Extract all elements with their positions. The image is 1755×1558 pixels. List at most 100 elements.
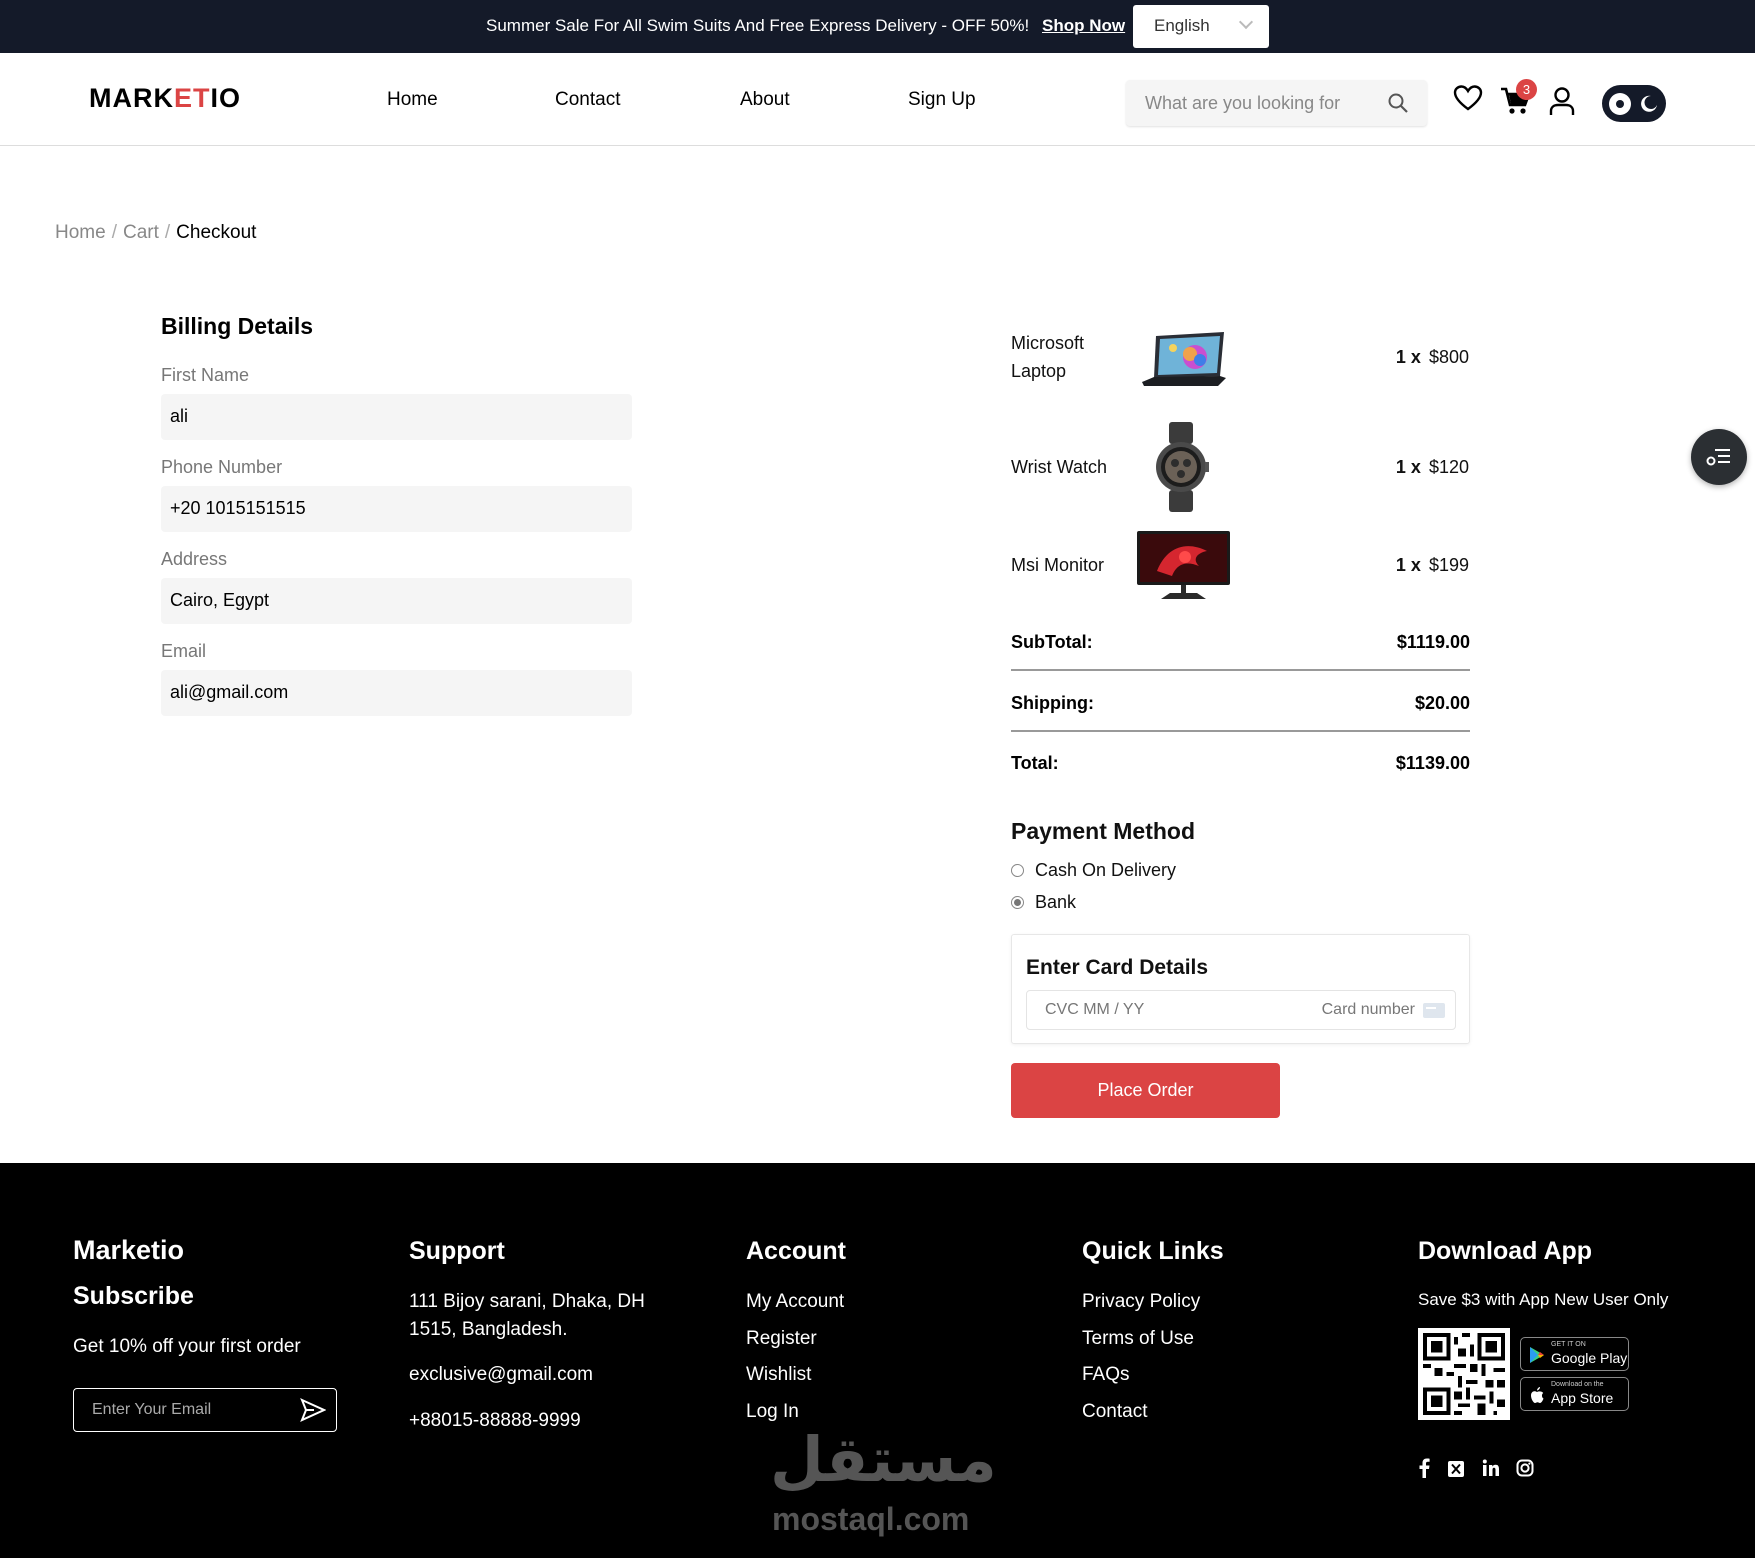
quick-links-heading: Quick Links: [1082, 1237, 1224, 1265]
footer-link-wishlist[interactable]: Wishlist: [746, 1364, 811, 1386]
payment-method-title: Payment Method: [1011, 818, 1196, 844]
promo-banner: Summer Sale For All Swim Suits And Free …: [0, 0, 1755, 53]
place-order-button[interactable]: Place Order: [1011, 1063, 1280, 1118]
shipping-value: $20.00: [1414, 693, 1470, 713]
support-heading: Support: [409, 1237, 505, 1265]
credit-card-icon: [1423, 1003, 1445, 1018]
order-item-price: 1 x $120: [1395, 457, 1469, 477]
subscribe-email-input[interactable]: Enter Your Email: [73, 1388, 337, 1432]
app-offer-note: Save $3 with App New User Only: [1418, 1290, 1669, 1309]
nav-contact[interactable]: Contact: [555, 89, 620, 111]
support-address-line: 1515, Bangladesh.: [409, 1319, 568, 1340]
divider: [1011, 669, 1470, 671]
nav-about[interactable]: About: [740, 89, 790, 111]
search-box[interactable]: What are you looking for: [1126, 80, 1427, 126]
language-value: English: [1154, 16, 1210, 35]
total-row: Total: $1139.00: [1011, 753, 1470, 774]
google-play-icon: [1530, 1347, 1544, 1363]
breadcrumb-cart[interactable]: Cart: [123, 222, 159, 243]
address-field[interactable]: Cairo, Egypt: [161, 578, 632, 624]
nav-sign-up[interactable]: Sign Up: [908, 89, 976, 111]
x-twitter-icon[interactable]: [1448, 1461, 1464, 1477]
breadcrumb-home[interactable]: Home: [55, 222, 106, 243]
breadcrumb: Home / Cart / Checkout: [55, 222, 257, 243]
account-heading: Account: [746, 1237, 846, 1265]
promo-text: Summer Sale For All Swim Suits And Free …: [486, 16, 1030, 35]
order-item-name: Msi Monitor: [1011, 555, 1105, 575]
footer-link-privacy[interactable]: Privacy Policy: [1082, 1291, 1200, 1313]
footer-link-register[interactable]: Register: [746, 1328, 817, 1350]
card-number-placeholder: Card number: [1321, 1001, 1415, 1018]
google-play-button[interactable]: GET IT ON Google Play: [1520, 1337, 1629, 1371]
moon-icon: [1641, 95, 1657, 112]
card-cvc-expiry-placeholder: CVC MM / YY: [1045, 1001, 1145, 1018]
site-header: MARKETIO Home Contact About Sign Up What…: [0, 53, 1755, 146]
site-footer: Marketio Subscribe Get 10% off your firs…: [0, 1163, 1755, 1558]
search-icon[interactable]: [1387, 92, 1409, 114]
floating-menu-button[interactable]: [1691, 429, 1747, 485]
laptop-image: [1142, 332, 1226, 386]
phone-field[interactable]: +20 1015151515: [161, 486, 632, 532]
email-field[interactable]: ali@gmail.com: [161, 670, 632, 716]
email-placeholder: Enter Your Email: [92, 1401, 212, 1418]
subtotal-row: SubTotal: $1119.00: [1011, 632, 1470, 653]
shipping-label: Shipping:: [1011, 693, 1094, 713]
radio-bank[interactable]: [1011, 896, 1024, 909]
mostaql-watermark: مستقل mostaql.com: [770, 1423, 997, 1537]
apple-icon: [1531, 1387, 1544, 1403]
send-icon[interactable]: [300, 1398, 326, 1422]
first-name-field[interactable]: ali: [161, 394, 632, 440]
first-name-label: First Name: [161, 365, 250, 385]
cart-count-badge: 3: [1516, 79, 1537, 100]
subtotal-label: SubTotal:: [1011, 632, 1093, 652]
order-item-name: Wrist Watch: [1011, 457, 1108, 477]
search-input[interactable]: What are you looking for: [1145, 93, 1340, 114]
order-item-price: 1 x $800: [1395, 347, 1469, 367]
qr-code: [1418, 1328, 1510, 1420]
footer-link-my-account[interactable]: My Account: [746, 1291, 844, 1313]
theme-toggle[interactable]: [1602, 85, 1666, 122]
sun-icon: [1609, 93, 1631, 115]
card-input[interactable]: CVC MM / YY Card number: [1026, 990, 1456, 1030]
order-item-name: Microsoft Laptop: [1011, 333, 1085, 381]
footer-link-faqs[interactable]: FAQs: [1082, 1364, 1130, 1386]
footer-brand: Marketio: [73, 1235, 185, 1265]
subscribe-heading: Subscribe: [73, 1282, 194, 1310]
logo[interactable]: MARKETIO: [89, 83, 241, 114]
footer-link-contact[interactable]: Contact: [1082, 1401, 1147, 1423]
instagram-icon[interactable]: [1516, 1459, 1534, 1477]
phone-label: Phone Number: [161, 457, 283, 477]
linkedin-icon[interactable]: [1482, 1459, 1500, 1477]
facebook-icon[interactable]: [1418, 1458, 1430, 1478]
total-value: $1139.00: [1395, 753, 1470, 773]
radio-cash[interactable]: [1011, 864, 1024, 877]
payment-option-label: Bank: [1035, 892, 1077, 912]
filter-list-icon: [1706, 449, 1730, 466]
breadcrumb-current: Checkout: [176, 222, 257, 243]
language-select[interactable]: English: [1133, 5, 1269, 48]
order-item-price: 1 x $199: [1395, 555, 1469, 575]
billing-title: Billing Details: [161, 313, 314, 339]
nav-home[interactable]: Home: [387, 89, 438, 111]
support-phone[interactable]: +88015-88888-9999: [409, 1410, 581, 1432]
user-icon[interactable]: [1548, 86, 1576, 116]
shipping-row: Shipping: $20.00: [1011, 693, 1470, 714]
shop-now-link[interactable]: Shop Now: [1042, 16, 1125, 36]
subtotal-value: $1119.00: [1396, 632, 1470, 652]
chevron-down-icon: [1238, 14, 1254, 30]
footer-link-terms[interactable]: Terms of Use: [1082, 1328, 1194, 1350]
card-details-box: Enter Card Details CVC MM / YY Card numb…: [1011, 934, 1470, 1044]
address-label: Address: [161, 549, 228, 569]
subscribe-offer: Get 10% off your first order: [73, 1336, 301, 1357]
support-email[interactable]: exclusive@gmail.com: [409, 1364, 593, 1386]
heart-icon[interactable]: [1453, 84, 1483, 112]
footer-link-log-in[interactable]: Log In: [746, 1401, 799, 1423]
app-store-button[interactable]: Download on the App Store: [1520, 1377, 1629, 1411]
download-app-heading: Download App: [1418, 1237, 1593, 1265]
payment-option-label: Cash On Delivery: [1035, 860, 1177, 880]
divider: [1011, 730, 1470, 732]
support-address-line: 111 Bijoy sarani, Dhaka, DH: [409, 1291, 645, 1312]
watch-image: [1156, 422, 1209, 512]
email-label: Email: [161, 641, 207, 661]
card-details-title: Enter Card Details: [1026, 956, 1209, 979]
